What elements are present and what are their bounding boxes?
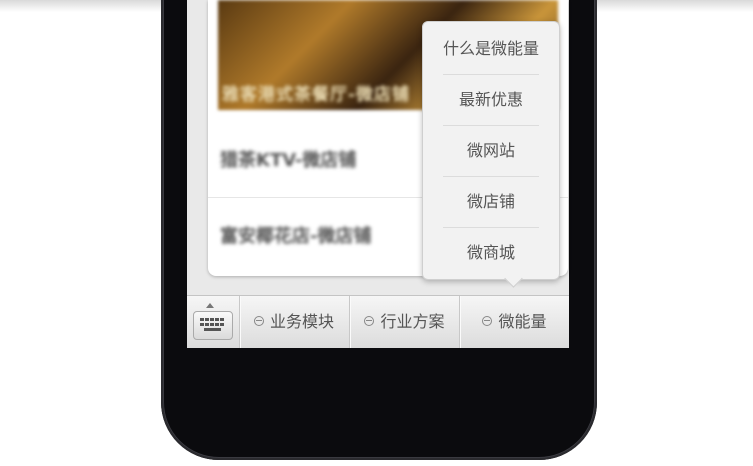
tab-divider <box>239 296 240 348</box>
keyboard-icon[interactable] <box>193 311 233 340</box>
dot-icon <box>482 316 493 326</box>
menu-item-micro-website[interactable]: 微网站 <box>423 125 559 176</box>
menu-item-latest-offers[interactable]: 最新优惠 <box>423 74 559 125</box>
tab-label: 微能量 <box>498 312 547 331</box>
list-item-label: 猎茶KTV-微店铺 <box>220 150 357 171</box>
weinengliang-popup-menu: 什么是微能量 最新优惠 微网站 微店铺 微商城 <box>422 21 560 280</box>
tab-industry-solutions[interactable]: 行业方案 <box>350 296 459 348</box>
tab-weinengliang[interactable]: 微能量 <box>460 296 569 348</box>
tab-label: 行业方案 <box>380 312 445 331</box>
menu-item-micro-store[interactable]: 微店铺 <box>423 176 559 227</box>
shop-photo-caption: 雅客港式茶餐厅-微店铺 <box>222 85 411 105</box>
menu-item-what-is-weinengliang[interactable]: 什么是微能量 <box>423 23 559 74</box>
dot-icon <box>253 316 264 326</box>
dot-icon <box>364 316 375 326</box>
keyboard-keys <box>200 318 226 333</box>
list-item-label: 富安椰花店-微店铺 <box>220 226 372 247</box>
keyboard-caret-icon <box>206 303 214 308</box>
bottom-tab-bar: 业务模块 行业方案 微能量 <box>187 295 569 348</box>
menu-item-micro-mall[interactable]: 微商城 <box>423 227 559 278</box>
tab-business-modules[interactable]: 业务模块 <box>239 296 349 348</box>
tab-label: 业务模块 <box>269 312 334 331</box>
